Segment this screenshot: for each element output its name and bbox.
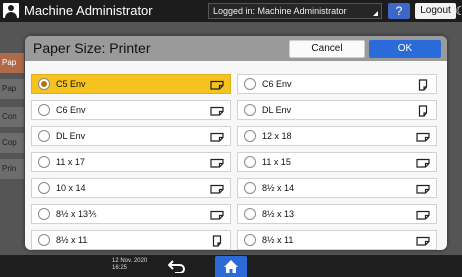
paper-size-option[interactable]: DL Env xyxy=(31,126,231,146)
radio-button[interactable] xyxy=(38,104,50,116)
paper-size-label: C6 Env xyxy=(56,105,86,115)
paper-size-label: DL Env xyxy=(262,105,292,115)
energy-saver-icon[interactable]: ☾ xyxy=(455,4,462,18)
home-button[interactable] xyxy=(215,256,247,277)
back-icon[interactable] xyxy=(168,259,186,273)
radio-button[interactable] xyxy=(244,104,256,116)
paper-size-label: 12 x 18 xyxy=(262,131,292,141)
background-tab: Con xyxy=(0,107,24,127)
paper-size-option[interactable]: 8½ x 13⅗ xyxy=(31,204,231,224)
paper-size-option[interactable]: 12 x 18 xyxy=(237,126,437,146)
radio-button[interactable] xyxy=(244,156,256,168)
home-icon xyxy=(224,260,238,273)
paper-size-option[interactable]: C6 Env xyxy=(237,74,437,94)
radio-button[interactable] xyxy=(244,182,256,194)
clock-date: 12 Nov. 2020 xyxy=(112,258,148,264)
dialog-header: Paper Size: Printer Cancel OK xyxy=(25,36,447,61)
paper-size-dialog: Paper Size: Printer Cancel OK C5 Env C6 E… xyxy=(25,36,447,250)
radio-button[interactable] xyxy=(244,78,256,90)
paper-size-option[interactable]: C6 Env xyxy=(31,100,231,120)
paper-size-label: 10 x 14 xyxy=(56,183,86,193)
landscape-orientation-icon xyxy=(210,80,224,90)
paper-size-label: 11 x 17 xyxy=(56,157,85,167)
radio-button[interactable] xyxy=(244,130,256,142)
landscape-orientation-icon xyxy=(416,132,430,142)
background-tab: Pap xyxy=(0,53,24,73)
ok-button[interactable]: OK xyxy=(369,40,441,58)
top-bar: Machine Administrator Logged in: Machine… xyxy=(0,0,462,22)
paper-size-label: C5 Env xyxy=(56,79,86,89)
background-tab: Pap xyxy=(0,79,24,99)
landscape-orientation-icon xyxy=(210,158,224,168)
paper-size-label: DL Env xyxy=(56,131,86,141)
paper-size-option[interactable]: C5 Env xyxy=(31,74,231,94)
paper-size-label: 11 x 15 xyxy=(262,157,291,167)
radio-button[interactable] xyxy=(38,130,50,142)
paper-size-option[interactable]: 10 x 14 xyxy=(31,178,231,198)
portrait-orientation-icon xyxy=(418,105,428,117)
paper-size-option[interactable]: 8½ x 13 xyxy=(237,204,437,224)
bottom-bar: 12 Nov. 2020 16:25 xyxy=(0,255,462,277)
landscape-orientation-icon xyxy=(416,184,430,194)
radio-button[interactable] xyxy=(38,156,50,168)
paper-size-option[interactable]: 11 x 15 xyxy=(237,152,437,172)
logout-button[interactable]: Logout xyxy=(415,3,456,19)
portrait-orientation-icon xyxy=(212,235,222,247)
landscape-orientation-icon xyxy=(416,210,430,220)
paper-size-option[interactable]: DL Env xyxy=(237,100,437,120)
paper-size-label: 8½ x 13 xyxy=(262,209,295,219)
help-button[interactable]: ? xyxy=(388,3,410,19)
landscape-orientation-icon xyxy=(416,158,430,168)
app-title: Machine Administrator xyxy=(24,3,153,18)
paper-size-option[interactable]: 8½ x 11 xyxy=(237,230,437,250)
landscape-orientation-icon xyxy=(210,106,224,116)
expand-corner-icon xyxy=(373,11,378,16)
paper-size-label: 8½ x 13⅗ xyxy=(56,209,97,219)
login-status-text: Logged in: Machine Administrator xyxy=(213,6,347,16)
background-tab: Prin xyxy=(0,159,24,179)
user-icon xyxy=(3,3,19,18)
clock-time: 16:25 xyxy=(112,265,128,271)
landscape-orientation-icon xyxy=(210,210,224,220)
radio-button[interactable] xyxy=(38,208,50,220)
landscape-orientation-icon xyxy=(210,184,224,194)
paper-size-option[interactable]: 8½ x 14 xyxy=(237,178,437,198)
paper-size-label: 8½ x 11 xyxy=(262,235,294,245)
paper-size-label: 8½ x 11 xyxy=(56,235,88,245)
paper-size-label: C6 Env xyxy=(262,79,292,89)
radio-button[interactable] xyxy=(38,234,50,246)
portrait-orientation-icon xyxy=(418,79,428,91)
landscape-orientation-icon xyxy=(210,132,224,142)
background-tab: Cop xyxy=(0,133,24,153)
paper-size-label: 8½ x 14 xyxy=(262,183,295,193)
paper-size-option[interactable]: 8½ x 11 xyxy=(31,230,231,250)
login-status[interactable]: Logged in: Machine Administrator xyxy=(208,3,382,19)
dialog-title: Paper Size: Printer xyxy=(33,40,151,56)
radio-button[interactable] xyxy=(244,234,256,246)
radio-button[interactable] xyxy=(38,182,50,194)
clock: 12 Nov. 2020 16:25 xyxy=(112,258,147,272)
cancel-button[interactable]: Cancel xyxy=(289,40,365,58)
radio-button[interactable] xyxy=(244,208,256,220)
radio-button[interactable] xyxy=(38,78,50,90)
paper-size-option[interactable]: 11 x 17 xyxy=(31,152,231,172)
landscape-orientation-icon xyxy=(416,236,430,246)
